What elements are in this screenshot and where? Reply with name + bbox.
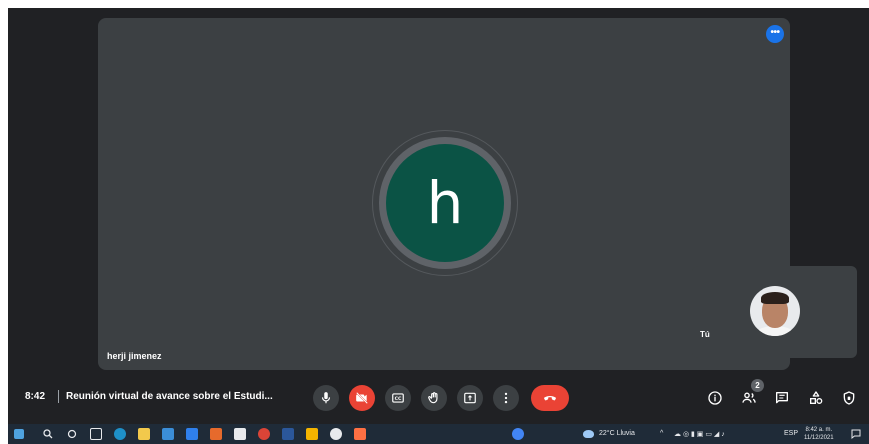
notepad-icon[interactable] (234, 428, 246, 440)
store-icon[interactable] (162, 428, 174, 440)
windows-taskbar: 22°C Lluvia ^ ☁ ◎ ▮ ▣ ▭ ◢ ♪ ESP 8:42 a. … (8, 424, 869, 444)
participant-name: herji jimenez (107, 351, 162, 361)
task-view-icon[interactable] (66, 428, 78, 440)
info-icon (708, 391, 722, 405)
self-view-tile[interactable]: Tú (692, 266, 857, 358)
present-screen-icon (464, 392, 476, 404)
main-participant-tile[interactable]: ••• h herji jimenez (98, 18, 790, 370)
mic-icon (321, 392, 331, 404)
chevron-up-icon[interactable]: ^ (660, 430, 663, 437)
meeting-time: 8:42 (25, 391, 46, 402)
videocam-off-icon (356, 392, 368, 404)
meet-window: ••• h herji jimenez Tú 8:42 Reunión virt… (8, 8, 869, 424)
meeting-title: Reunión virtual de avance sobre el Estud… (66, 391, 273, 402)
call-controls-bar: 8:42 Reunión virtual de avance sobre el … (8, 378, 869, 418)
notifications-icon[interactable] (850, 428, 862, 440)
word-icon[interactable] (282, 428, 294, 440)
shield-icon (843, 391, 855, 405)
camera-off-button[interactable] (349, 385, 375, 411)
meeting-details-button[interactable] (706, 389, 724, 407)
powerpoint-icon[interactable] (210, 428, 222, 440)
people-count-badge: 2 (751, 379, 764, 392)
tray-icons[interactable]: ☁ ◎ ▮ ▣ ▭ ◢ ♪ (674, 430, 725, 438)
more-horiz-icon[interactable]: ••• (766, 25, 784, 43)
self-name: Tú (700, 330, 710, 339)
raise-hand-button[interactable] (421, 385, 447, 411)
file-explorer-icon[interactable] (138, 428, 150, 440)
people-icon (742, 392, 756, 403)
app-icon[interactable] (330, 428, 342, 440)
activities-icon (810, 391, 823, 404)
windows-start-icon[interactable] (14, 429, 24, 439)
mail-icon[interactable] (186, 428, 198, 440)
clock-time: 8:42 a. m. (805, 427, 833, 433)
call-end-icon (544, 396, 556, 401)
chat-button[interactable] (773, 389, 791, 407)
more-options-button[interactable] (493, 385, 519, 411)
participant-avatar: h (386, 144, 504, 262)
widgets-icon[interactable] (90, 428, 102, 440)
language-indicator[interactable]: ESP (784, 430, 798, 437)
more-vert-icon (504, 392, 508, 404)
weather-text[interactable]: 22°C Lluvia (599, 430, 635, 437)
self-avatar (750, 286, 800, 336)
clock-date: 11/12/2021 (804, 435, 834, 441)
rain-cloud-icon (583, 430, 594, 438)
leave-call-button[interactable] (531, 385, 569, 411)
chrome-profile-icon[interactable] (512, 428, 524, 440)
edge-icon[interactable] (114, 428, 126, 440)
divider (58, 390, 59, 403)
svg-text:CC: CC (395, 396, 402, 402)
cc-icon: CC (392, 393, 404, 403)
document-icon[interactable] (354, 428, 366, 440)
present-button[interactable] (457, 385, 483, 411)
system-clock[interactable]: 8:42 a. m. 11/12/2021 (804, 426, 834, 442)
mic-button[interactable] (313, 385, 339, 411)
chrome-icon[interactable] (258, 428, 270, 440)
captions-button[interactable]: CC (385, 385, 411, 411)
search-icon[interactable] (42, 428, 54, 440)
sticky-notes-icon[interactable] (306, 428, 318, 440)
hand-icon (428, 392, 438, 404)
host-controls-button[interactable] (840, 389, 858, 407)
chat-icon (776, 392, 788, 404)
activities-button[interactable] (807, 389, 825, 407)
